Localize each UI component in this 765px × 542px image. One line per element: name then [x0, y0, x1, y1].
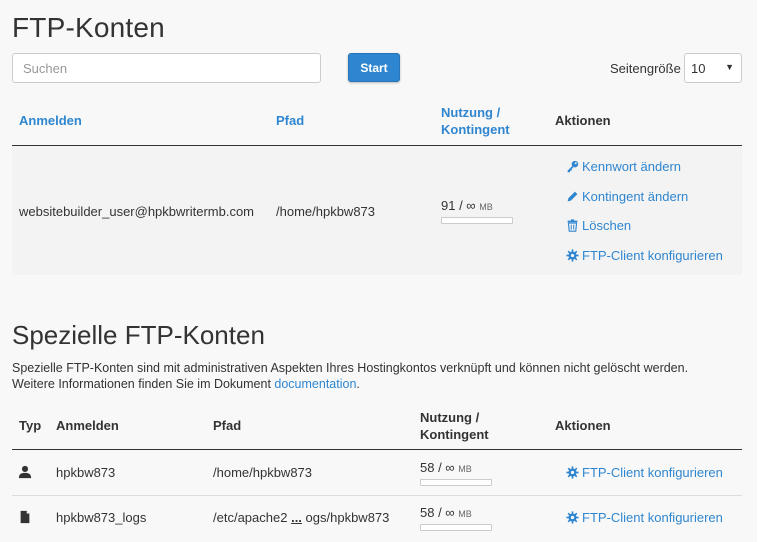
delete-link[interactable]: Löschen — [566, 218, 631, 233]
search-input[interactable] — [12, 53, 321, 83]
usage-bar — [420, 524, 492, 531]
page-size-select[interactable]: 10 ▼ — [684, 53, 742, 83]
page-size-label: Seitengröße — [610, 61, 681, 76]
scrollbar-track[interactable] — [757, 0, 765, 542]
usage-unit: MB — [458, 509, 472, 519]
special-row-path: /home/hpkbw873 — [213, 465, 313, 480]
column-header-path[interactable]: Pfad — [276, 112, 304, 129]
path-end: ogs/hpkbw873 — [305, 510, 390, 525]
usage-unit: MB — [458, 464, 472, 474]
usage-bar — [441, 217, 513, 224]
special-table-header-divider — [12, 449, 742, 450]
special-row-login: hpkbw873 — [56, 465, 116, 480]
usage-value: 58 / ∞ — [420, 460, 455, 475]
delete-label: Löschen — [582, 218, 632, 233]
column-header-actions: Aktionen — [555, 113, 611, 128]
special-section-description: Spezielle FTP-Konten sind mit administra… — [12, 360, 742, 392]
special-section-title: Spezielle FTP-Konten — [12, 320, 265, 350]
pencil-icon — [566, 190, 579, 203]
change-password-label: Kennwort ändern — [582, 159, 682, 174]
key-icon — [566, 160, 579, 173]
row-usage: 91 / ∞ MB — [441, 198, 493, 213]
configure-client-label: FTP-Client konfigurieren — [582, 510, 723, 525]
special-column-header-path: Pfad — [213, 418, 242, 433]
configure-client-link[interactable]: FTP-Client konfigurieren — [566, 248, 723, 263]
row-login: websitebuilder_user@hpkbwritermb.com — [19, 204, 255, 219]
configure-client-link[interactable]: FTP-Client konfigurieren — [566, 510, 723, 525]
description-line2: Weitere Informationen finden Sie im Doku… — [12, 376, 742, 392]
path-ellipsis-toggle[interactable]: ... — [291, 510, 302, 525]
special-column-header-actions: Aktionen — [555, 418, 611, 433]
special-row-path: /etc/apache2 ... ogs/hpkbw873 — [213, 510, 389, 525]
change-quota-link[interactable]: Kontingent ändern — [566, 189, 688, 204]
column-header-login[interactable]: Anmelden — [19, 112, 82, 129]
user-icon — [18, 465, 32, 479]
gear-icon — [566, 466, 579, 479]
page-title: FTP-Konten — [12, 12, 165, 43]
usage-value: 58 / ∞ — [420, 505, 455, 520]
special-column-header-type: Typ — [19, 418, 42, 433]
trash-icon — [566, 219, 579, 232]
gear-icon — [566, 249, 579, 262]
configure-client-link[interactable]: FTP-Client konfigurieren — [566, 465, 723, 480]
start-button[interactable]: Start — [348, 53, 400, 82]
configure-client-label: FTP-Client konfigurieren — [582, 248, 723, 263]
configure-client-label: FTP-Client konfigurieren — [582, 465, 723, 480]
usage-unit: MB — [479, 202, 493, 212]
file-icon — [18, 510, 32, 524]
usage-bar — [420, 479, 492, 486]
change-password-link[interactable]: Kennwort ändern — [566, 159, 681, 174]
documentation-link[interactable]: documentation — [274, 377, 356, 391]
special-column-header-usage-line1: Nutzung / — [420, 410, 480, 425]
path-start: /etc/apache2 — [213, 510, 288, 525]
description-line1: Spezielle FTP-Konten sind mit administra… — [12, 361, 689, 375]
special-column-header-usage-line2: Kontingent — [420, 427, 489, 442]
column-header-usage-line1[interactable]: Nutzung / — [441, 104, 500, 121]
page-size-value: 10 — [691, 61, 706, 76]
special-column-header-login: Anmelden — [56, 418, 119, 433]
usage-value: 91 / ∞ — [441, 198, 476, 213]
gear-icon — [566, 511, 579, 524]
description-line2-prefix: Weitere Informationen finden Sie im Doku… — [12, 377, 275, 391]
chevron-down-icon: ▼ — [725, 62, 734, 72]
special-row-usage: 58 / ∞ MB — [420, 505, 472, 520]
special-row-usage: 58 / ∞ MB — [420, 460, 472, 475]
row-path: /home/hpkbw873 — [276, 204, 376, 219]
special-row-login: hpkbw873_logs — [56, 510, 147, 525]
description-line2-suffix: . — [356, 377, 360, 391]
change-quota-label: Kontingent ändern — [582, 189, 689, 204]
row-divider — [12, 495, 742, 496]
column-header-usage-line2[interactable]: Kontingent — [441, 121, 510, 138]
